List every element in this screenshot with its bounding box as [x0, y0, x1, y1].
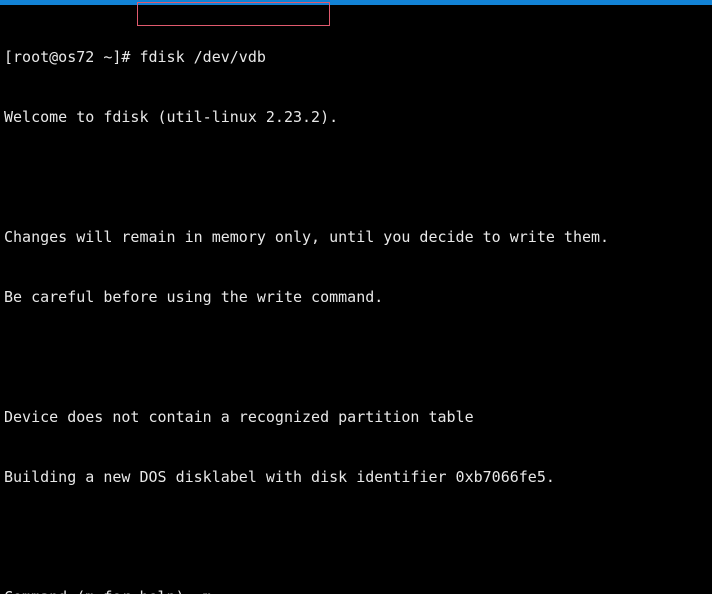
- terminal-line-command-prompt: Command (m for help): m: [4, 587, 712, 594]
- terminal-output-area[interactable]: [root@os72 ~]# fdisk /dev/vdb Welcome to…: [0, 5, 712, 594]
- terminal-line-blank-2: [4, 347, 712, 367]
- terminal-line-welcome: Welcome to fdisk (util-linux 2.23.2).: [4, 108, 339, 126]
- terminal-line-blank-3: [4, 527, 712, 547]
- terminal-line-warning-2: Be careful before using the write comman…: [4, 288, 384, 306]
- terminal-window: [root@os72 ~]# fdisk /dev/vdb Welcome to…: [0, 0, 712, 594]
- terminal-line-device-notice: Device does not contain a recognized par…: [4, 408, 474, 426]
- terminal-line-prompt-command: [root@os72 ~]# fdisk /dev/vdb: [4, 48, 266, 66]
- terminal-line-blank-1: [4, 167, 712, 187]
- terminal-line-disklabel-notice: Building a new DOS disklabel with disk i…: [4, 468, 555, 486]
- terminal-line-warning-1: Changes will remain in memory only, unti…: [4, 228, 610, 246]
